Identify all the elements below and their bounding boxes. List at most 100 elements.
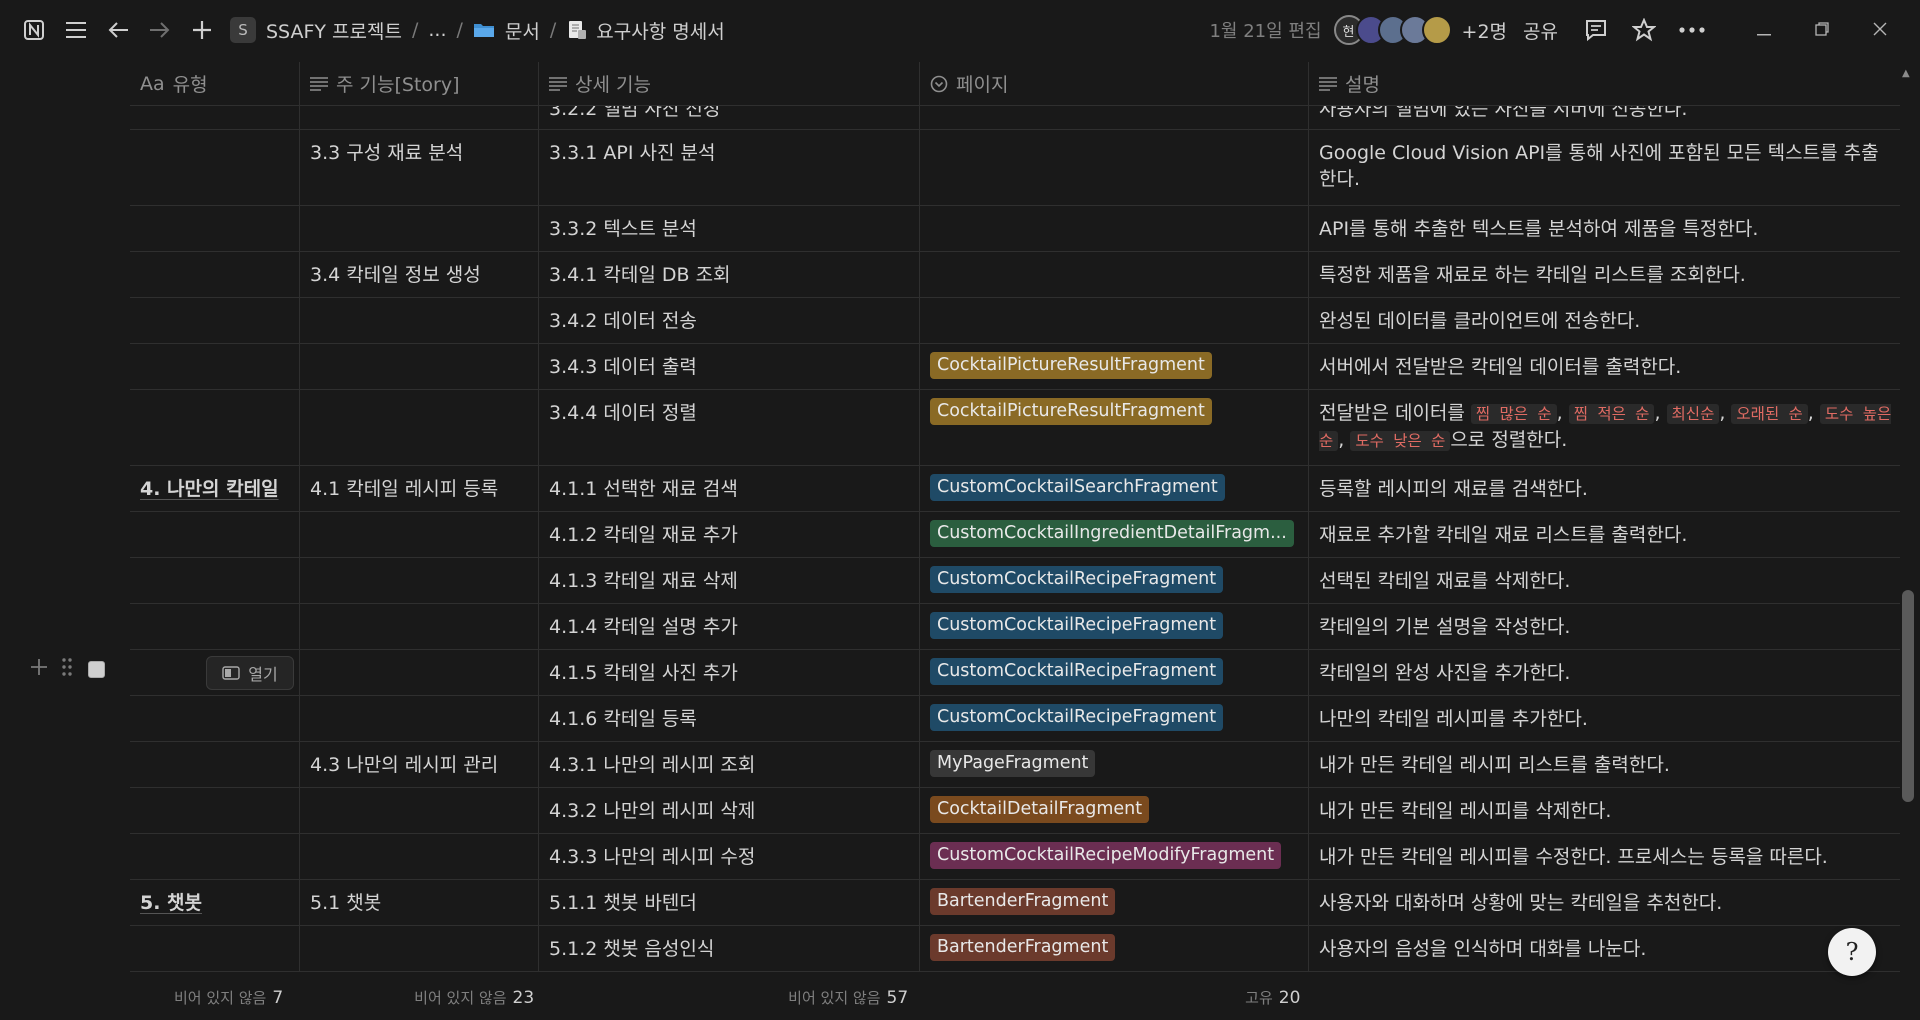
page-relation-tag[interactable]: MyPageFragment	[930, 750, 1096, 777]
cell-description[interactable]: 내가 만든 칵테일 레시피를 수정한다. 프로세스는 등록을 따른다.	[1309, 834, 1900, 879]
footer-calc-detail[interactable]: 비어 있지 않음 23	[414, 987, 534, 1008]
page-relation-tag[interactable]: CustomCocktailIngredientDetailFragm...	[930, 520, 1294, 547]
table-row[interactable]: 3.3.2 텍스트 분석 API를 통해 추출한 텍스트를 분석하여 제품을 특정…	[130, 206, 1900, 252]
cell-description[interactable]: 전달받은 데이터를 찜 많은 순, 찜 적은 순, 최신순, 오래된 순, 도수…	[1309, 390, 1900, 465]
cell-detail[interactable]: 3.4.1 칵테일 DB 조회	[539, 252, 920, 297]
restore-icon[interactable]	[1802, 19, 1842, 41]
cell-type[interactable]	[130, 834, 300, 879]
scrollbar-track[interactable]	[1900, 60, 1916, 975]
back-arrow-icon[interactable]	[104, 16, 132, 44]
cell-story[interactable]: 3.3 구성 재료 분석	[300, 130, 539, 205]
cell-type[interactable]	[130, 696, 300, 741]
column-header-type[interactable]: Aa 유형	[130, 62, 300, 105]
page-relation-tag[interactable]: CocktailDetailFragment	[930, 796, 1150, 823]
table-row[interactable]: 3.4.2 데이터 전송 완성된 데이터를 클라이언트에 전송한다.	[130, 298, 1900, 344]
table-row[interactable]: 3.2.2 앨범 사진 선정 사용자의 앨범에 있는 사진을 서버에 전송한다.	[130, 106, 1900, 130]
breadcrumb-current-page[interactable]: 요구사항 명세서	[596, 17, 724, 44]
table-row[interactable]: 5. 챗봇 5.1 챗봇 5.1.1 챗봇 바텐더 BartenderFragment…	[130, 880, 1900, 926]
cell-description[interactable]: 사용자와 대화하며 상황에 맞는 칵테일을 추천한다.	[1309, 880, 1900, 925]
breadcrumb-ellipsis[interactable]: ...	[428, 19, 446, 41]
cell-detail[interactable]: 5.1.2 챗봇 음성인식	[539, 926, 920, 971]
cell-type[interactable]	[130, 298, 300, 343]
cell-story[interactable]: 3.4 칵테일 정보 생성	[300, 252, 539, 297]
row-select-checkbox[interactable]	[88, 660, 105, 678]
cell-type[interactable]	[130, 788, 300, 833]
cell-type[interactable]	[130, 604, 300, 649]
page-relation-tag[interactable]: CustomCocktailSearchFragment	[930, 474, 1225, 501]
cell-page[interactable]: MyPageFragment	[920, 742, 1309, 787]
table-row[interactable]: 4.1.2 칵테일 재료 추가 CustomCocktailIngredientD…	[130, 512, 1900, 558]
drag-handle-icon[interactable]	[62, 658, 72, 680]
cell-page[interactable]: CustomCocktailSearchFragment	[920, 466, 1309, 511]
row-title[interactable]: 4. 나만의 칵테일	[140, 478, 279, 500]
cell-page[interactable]: CustomCocktailRecipeFragment	[920, 558, 1309, 603]
cell-description[interactable]: 칵테일의 완성 사진을 추가한다.	[1309, 650, 1900, 695]
cell-page[interactable]: CustomCocktailRecipeModifyFragment	[920, 834, 1309, 879]
cell-page[interactable]	[920, 130, 1309, 205]
cell-page[interactable]	[920, 206, 1309, 251]
cell-detail[interactable]: 3.2.2 앨범 사진 선정	[539, 106, 920, 129]
cell-story[interactable]	[300, 834, 539, 879]
cell-story[interactable]	[300, 926, 539, 971]
minimize-icon[interactable]	[1744, 19, 1784, 41]
column-header-story[interactable]: 주 기능[Story]	[300, 62, 539, 105]
table-row[interactable]: 5.1.2 챗봇 음성인식 BartenderFragment 사용자의 음성을 인…	[130, 926, 1900, 972]
cell-page[interactable]: BartenderFragment	[920, 926, 1309, 971]
cell-description[interactable]: 등록할 레시피의 재료를 검색한다.	[1309, 466, 1900, 511]
cell-story[interactable]: 4.1 칵테일 레시피 등록	[300, 466, 539, 511]
last-edited-text[interactable]: 1월 21일 편집	[1209, 17, 1321, 43]
page-relation-tag[interactable]: BartenderFragment	[930, 888, 1116, 915]
cell-type[interactable]: 5. 챗봇	[130, 880, 300, 925]
cell-type[interactable]	[130, 558, 300, 603]
table-row[interactable]: 4.3.3 나만의 레시피 수정 CustomCocktailRecipeModi…	[130, 834, 1900, 880]
cell-page[interactable]	[920, 298, 1309, 343]
cell-story[interactable]	[300, 788, 539, 833]
cell-detail[interactable]: 4.1.5 칵테일 사진 추가	[539, 650, 920, 695]
collaborator-avatars[interactable]: 현	[1333, 15, 1452, 45]
cell-detail[interactable]: 3.3.1 API 사진 분석	[539, 130, 920, 205]
page-relation-tag[interactable]: CocktailPictureResultFragment	[930, 352, 1212, 379]
column-header-page[interactable]: 페이지	[920, 62, 1309, 105]
cell-type[interactable]	[130, 106, 300, 129]
cell-description[interactable]: 선택된 칵테일 재료를 삭제한다.	[1309, 558, 1900, 603]
star-icon[interactable]	[1630, 16, 1658, 44]
cell-description[interactable]: 특정한 제품을 재료로 하는 칵테일 리스트를 조회한다.	[1309, 252, 1900, 297]
open-row-button[interactable]: 열기	[206, 656, 294, 690]
footer-calc-story[interactable]: 비어 있지 않음 7	[174, 987, 283, 1008]
cell-type[interactable]: 4. 나만의 칵테일	[130, 466, 300, 511]
new-page-plus-icon[interactable]	[188, 16, 216, 44]
page-relation-tag[interactable]: CustomCocktailRecipeModifyFragment	[930, 842, 1282, 869]
page-relation-tag[interactable]: CustomCocktailRecipeFragment	[930, 704, 1224, 731]
table-row[interactable]: 4.1.4 칵테일 설명 추가 CustomCocktailRecipeFragm…	[130, 604, 1900, 650]
more-options-icon[interactable]	[1678, 16, 1706, 44]
comment-icon[interactable]	[1582, 16, 1610, 44]
workspace-badge[interactable]: S	[230, 17, 256, 43]
cell-description[interactable]: 완성된 데이터를 클라이언트에 전송한다.	[1309, 298, 1900, 343]
cell-type[interactable]	[130, 742, 300, 787]
avatar[interactable]	[1421, 15, 1452, 45]
cell-page[interactable]: CocktailPictureResultFragment	[920, 344, 1309, 389]
cell-page[interactable]: BartenderFragment	[920, 880, 1309, 925]
page-relation-tag[interactable]: CustomCocktailRecipeFragment	[930, 658, 1224, 685]
cell-page[interactable]: CustomCocktailRecipeFragment	[920, 604, 1309, 649]
cell-description[interactable]: 나만의 칵테일 레시피를 추가한다.	[1309, 696, 1900, 741]
cell-story[interactable]	[300, 298, 539, 343]
page-relation-tag[interactable]: CustomCocktailRecipeFragment	[930, 612, 1224, 639]
cell-type[interactable]	[130, 926, 300, 971]
cell-description[interactable]: Google Cloud Vision API를 통해 사진에 포함된 모든 텍…	[1309, 130, 1900, 205]
help-button[interactable]: ?	[1828, 928, 1876, 976]
cell-story[interactable]: 5.1 챗봇	[300, 880, 539, 925]
cell-detail[interactable]: 4.1.1 선택한 재료 검색	[539, 466, 920, 511]
cell-detail[interactable]: 4.1.4 칵테일 설명 추가	[539, 604, 920, 649]
cell-type[interactable]	[130, 130, 300, 205]
cell-page[interactable]: CocktailDetailFragment	[920, 788, 1309, 833]
row-title[interactable]: 5. 챗봇	[140, 892, 202, 914]
table-row[interactable]: 4.1.6 칵테일 등록 CustomCocktailRecipeFragment…	[130, 696, 1900, 742]
page-relation-tag[interactable]: CustomCocktailRecipeFragment	[930, 566, 1224, 593]
cell-page[interactable]: CustomCocktailIngredientDetailFragm...	[920, 512, 1309, 557]
footer-calc-description[interactable]: 고유 20	[1245, 987, 1300, 1008]
cell-story[interactable]	[300, 558, 539, 603]
forward-arrow-icon[interactable]	[146, 16, 174, 44]
cell-story[interactable]	[300, 512, 539, 557]
scrollbar-thumb[interactable]	[1902, 590, 1914, 802]
